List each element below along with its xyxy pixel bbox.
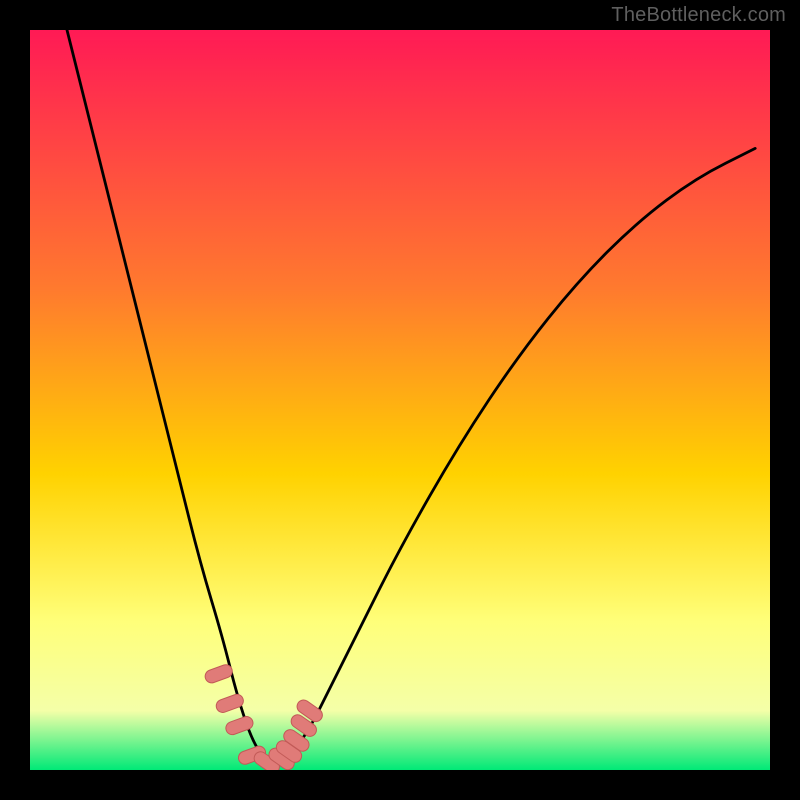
bottleneck-chart xyxy=(30,30,770,770)
watermark-text: TheBottleneck.com xyxy=(611,4,786,27)
plot-area xyxy=(30,30,770,770)
gradient-background xyxy=(30,30,770,770)
chart-frame: TheBottleneck.com xyxy=(0,0,800,800)
